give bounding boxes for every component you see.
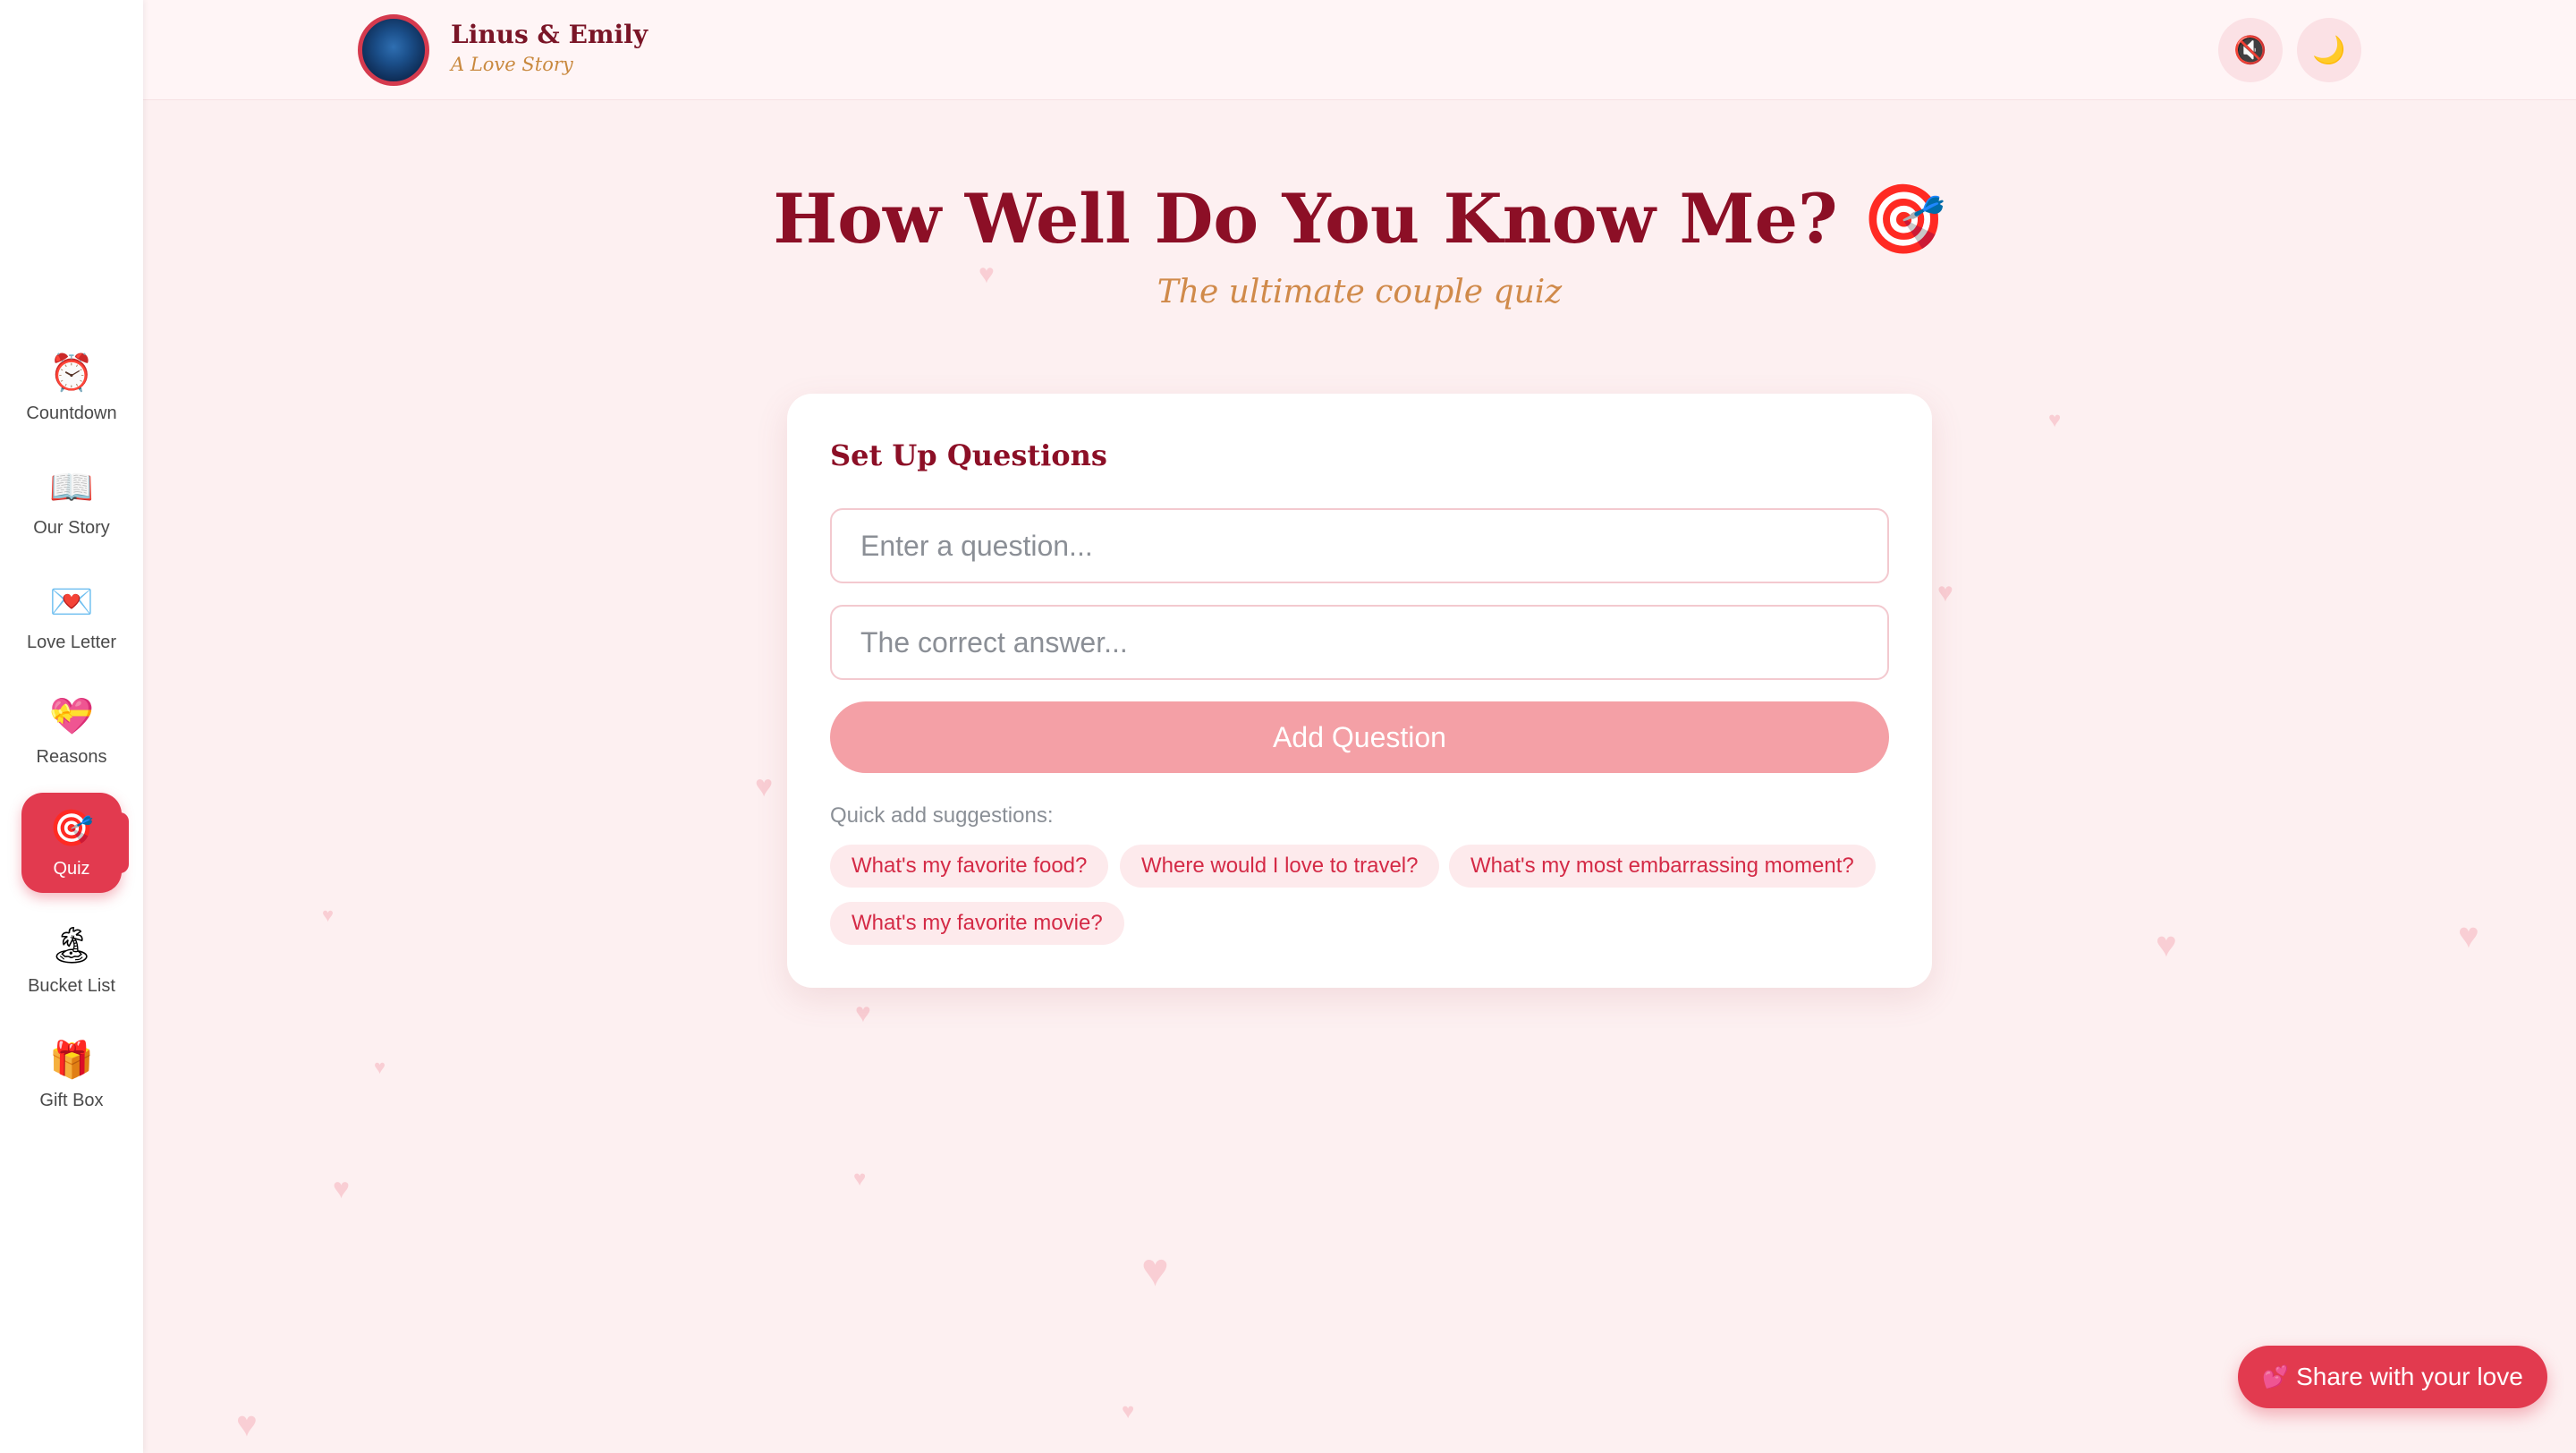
page-title: How Well Do You Know Me? 🎯	[773, 179, 1946, 259]
book-icon: 📖	[49, 467, 94, 507]
heart-icon: ♥	[853, 1167, 867, 1191]
sidebar-item-label: Bucket List	[28, 975, 115, 996]
sidebar: ⏰ Countdown 📖 Our Story 💌 Love Letter 💝 …	[0, 0, 143, 1453]
page-subtitle: The ultimate couple quiz	[1157, 274, 1563, 310]
sidebar-item-our-story[interactable]: 📖 Our Story	[21, 452, 122, 552]
top-header: Linus & Emily A Love Story 🔇 🌙	[143, 0, 2576, 100]
brand-name: Linus & Emily	[451, 20, 648, 49]
sidebar-item-reasons[interactable]: 💝 Reasons	[21, 681, 122, 781]
theme-toggle-button[interactable]: 🌙	[2297, 18, 2361, 82]
question-input[interactable]	[830, 508, 1889, 583]
gift-icon: 🎁	[49, 1040, 94, 1080]
sidebar-item-label: Our Story	[33, 517, 110, 538]
muted-speaker-icon: 🔇	[2233, 35, 2267, 65]
sidebar-item-label: Quiz	[53, 858, 90, 879]
heart-icon: ♥	[2156, 925, 2177, 964]
target-icon: 🎯	[49, 808, 94, 848]
heart-icon: ♥	[1122, 1399, 1135, 1423]
suggestions-label: Quick add suggestions:	[830, 803, 1054, 828]
share-with-love-button[interactable]: 💕 Share with your love	[2238, 1346, 2547, 1408]
alarm-clock-icon: ⏰	[49, 353, 94, 393]
heart-icon: ♥	[2458, 916, 2479, 956]
sidebar-item-quiz[interactable]: 🎯 Quiz	[21, 793, 129, 893]
sidebar-item-label: Reasons	[36, 746, 107, 767]
avatar	[358, 14, 429, 86]
love-letter-icon: 💌	[49, 582, 94, 622]
hearts-icon: 💕	[2262, 1364, 2290, 1389]
heart-icon: ♥	[322, 904, 335, 926]
heart-icon: ♥	[333, 1172, 350, 1204]
sidebar-item-countdown[interactable]: ⏰ Countdown	[21, 337, 122, 438]
sidebar-item-label: Gift Box	[39, 1090, 104, 1110]
card-heading: Set Up Questions	[830, 438, 1107, 472]
heart-icon: ♥	[236, 1405, 258, 1444]
answer-input[interactable]	[830, 605, 1889, 680]
brand-tagline: A Love Story	[451, 54, 573, 75]
mute-toggle-button[interactable]: 🔇	[2218, 18, 2283, 82]
heart-icon: ♥	[1937, 578, 1953, 608]
share-label: Share with your love	[2296, 1363, 2523, 1390]
sidebar-item-label: Countdown	[26, 403, 117, 423]
sidebar-item-love-letter[interactable]: 💌 Love Letter	[21, 566, 122, 667]
moon-icon: 🌙	[2312, 35, 2346, 65]
heart-icon: ♥	[755, 769, 774, 803]
heart-icon: ♥	[1141, 1245, 1169, 1296]
setup-questions-card: Set Up Questions Add Question Quick add …	[787, 394, 1932, 988]
heart-icon: ♥	[2048, 408, 2062, 432]
heart-icon: ♥	[374, 1056, 386, 1078]
heart-gift-icon: 💝	[49, 696, 94, 736]
suggestion-chip[interactable]: What's my favorite movie?	[830, 902, 1124, 945]
add-question-button[interactable]: Add Question	[830, 701, 1889, 773]
heart-icon: ♥	[855, 998, 871, 1028]
sidebar-item-gift-box[interactable]: 🎁 Gift Box	[21, 1024, 122, 1125]
sidebar-item-bucket-list[interactable]: 🏝 Bucket List	[21, 910, 122, 1010]
suggestion-chip[interactable]: Where would I love to travel?	[1120, 845, 1440, 888]
suggestion-chip[interactable]: What's my most embarrassing moment?	[1449, 845, 1876, 888]
suggestion-chip[interactable]: What's my favorite food?	[830, 845, 1109, 888]
island-icon: 🏝	[48, 925, 95, 965]
sidebar-item-label: Love Letter	[26, 632, 117, 652]
